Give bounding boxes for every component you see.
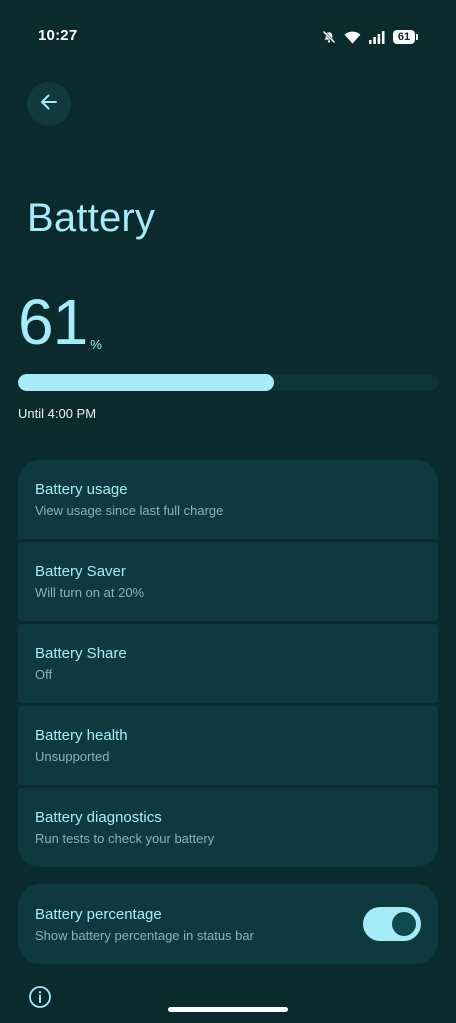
status-time: 10:27 bbox=[38, 27, 78, 44]
battery-level-unit: % bbox=[90, 337, 102, 352]
back-button[interactable] bbox=[27, 82, 71, 126]
battery-share-item[interactable]: Battery Share Off bbox=[18, 624, 438, 703]
item-subtitle: Run tests to check your battery bbox=[35, 831, 215, 846]
item-title: Battery Saver bbox=[35, 563, 126, 580]
item-subtitle: Off bbox=[35, 667, 53, 682]
item-subtitle: View usage since last full charge bbox=[35, 503, 224, 518]
battery-saver-item[interactable]: Battery Saver Will turn on at 20% bbox=[18, 542, 438, 621]
switch-knob bbox=[392, 912, 416, 936]
battery-usage-item[interactable]: Battery usage View usage since last full… bbox=[18, 460, 438, 539]
wifi-icon bbox=[344, 31, 361, 44]
page-title: Battery bbox=[27, 196, 156, 240]
battery-diagnostics-item[interactable]: Battery diagnostics Run tests to check y… bbox=[18, 788, 438, 867]
battery-level-value: 61 bbox=[18, 286, 88, 358]
home-indicator[interactable] bbox=[168, 1007, 288, 1012]
battery-settings-list: Battery usage View usage since last full… bbox=[18, 460, 438, 867]
status-bar: 10:27 61 bbox=[0, 0, 456, 72]
battery-percentage-text: Battery percentage Show battery percenta… bbox=[35, 906, 254, 943]
arrow-left-icon bbox=[39, 92, 59, 117]
battery-level-bar bbox=[18, 374, 438, 391]
signal-icon bbox=[369, 30, 385, 44]
info-icon[interactable] bbox=[28, 985, 52, 1009]
battery-badge-level: 61 bbox=[393, 30, 415, 44]
mute-icon bbox=[322, 30, 336, 44]
item-title: Battery health bbox=[35, 727, 128, 744]
battery-level: 61 % bbox=[18, 290, 102, 354]
status-icons: 61 bbox=[322, 28, 418, 46]
battery-health-item[interactable]: Battery health Unsupported bbox=[18, 706, 438, 785]
item-subtitle: Will turn on at 20% bbox=[35, 585, 145, 600]
item-subtitle: Show battery percentage in status bar bbox=[35, 927, 254, 943]
item-title: Battery percentage bbox=[35, 905, 162, 923]
item-title: Battery usage bbox=[35, 481, 128, 498]
battery-percentage-setting[interactable]: Battery percentage Show battery percenta… bbox=[18, 884, 438, 964]
item-subtitle: Unsupported bbox=[35, 749, 110, 764]
item-title: Battery Share bbox=[35, 645, 127, 662]
battery-remaining-time: Until 4:00 PM bbox=[18, 406, 97, 421]
item-title: Battery diagnostics bbox=[35, 809, 162, 826]
battery-icon: 61 bbox=[393, 30, 418, 44]
battery-percentage-switch[interactable] bbox=[363, 907, 421, 941]
battery-level-fill bbox=[18, 374, 275, 391]
